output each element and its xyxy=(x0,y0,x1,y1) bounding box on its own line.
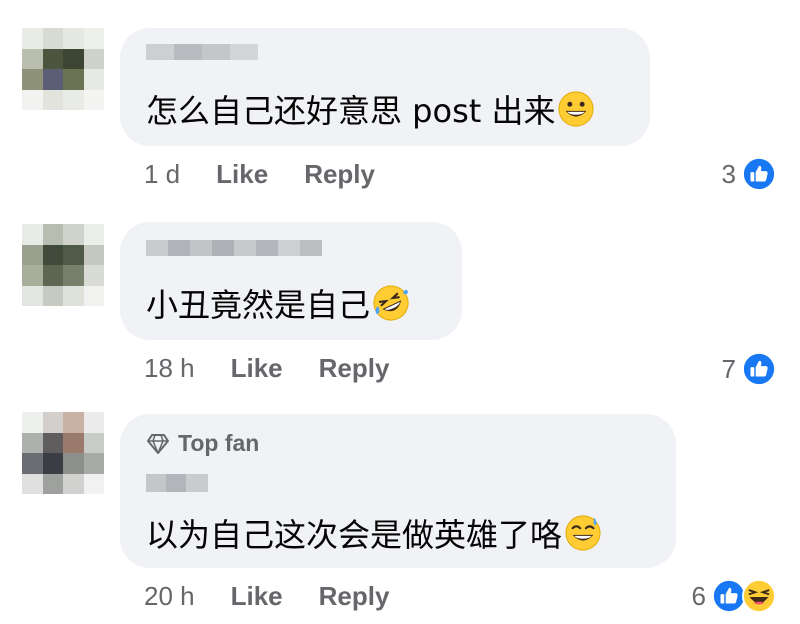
reaction-count: 6 xyxy=(691,580,706,611)
comment-text: 以为自己这次会是做英雄了咯 xyxy=(146,510,602,556)
top-fan-label: Top fan xyxy=(178,430,260,456)
comment-text: 怎么自己还好意思 post 出来 xyxy=(146,86,595,132)
haha-reaction-icon xyxy=(742,579,776,613)
like-reaction-icon xyxy=(712,579,746,613)
reaction-summary[interactable]: 3 xyxy=(722,156,776,192)
author-name-blurred[interactable] xyxy=(146,474,208,492)
comment-meta: 18 h Like Reply xyxy=(144,352,425,384)
like-reaction-icon xyxy=(742,157,776,191)
comment-meta: 20 h Like Reply xyxy=(144,580,425,612)
reaction-summary[interactable]: 7 xyxy=(722,351,776,387)
reaction-summary[interactable]: 6 xyxy=(692,578,776,614)
reply-button[interactable]: Reply xyxy=(319,581,390,612)
reply-button[interactable]: Reply xyxy=(304,159,375,190)
like-button[interactable]: Like xyxy=(231,581,283,612)
like-button[interactable]: Like xyxy=(216,159,268,190)
top-fan-badge: Top fan xyxy=(146,430,259,457)
comment-bubble: 小丑竟然是自己 xyxy=(120,222,462,340)
grinning-sweat-face-icon xyxy=(565,515,601,551)
timestamp[interactable]: 18 h xyxy=(144,353,195,384)
timestamp[interactable]: 20 h xyxy=(144,581,195,612)
reaction-count: 3 xyxy=(721,158,736,189)
comment-text: 小丑竟然是自己 xyxy=(146,280,410,326)
author-name-blurred[interactable] xyxy=(146,240,322,256)
rolling-laughing-face-icon xyxy=(373,285,409,321)
timestamp[interactable]: 1 d xyxy=(144,159,180,190)
comment-bubble: 怎么自己还好意思 post 出来 xyxy=(120,28,650,146)
reaction-count: 7 xyxy=(721,353,736,384)
grinning-face-icon xyxy=(558,91,595,127)
comment-meta: 1 d Like Reply xyxy=(144,158,411,190)
author-name-blurred[interactable] xyxy=(146,44,258,60)
avatar[interactable] xyxy=(22,412,104,494)
reply-button[interactable]: Reply xyxy=(319,353,390,384)
like-reaction-icon xyxy=(742,352,776,386)
avatar[interactable] xyxy=(22,28,104,110)
comment-bubble: Top fan 以为自己这次会是做英雄了咯 xyxy=(120,414,676,568)
avatar[interactable] xyxy=(22,224,104,306)
diamond-icon xyxy=(147,433,169,454)
like-button[interactable]: Like xyxy=(231,353,283,384)
